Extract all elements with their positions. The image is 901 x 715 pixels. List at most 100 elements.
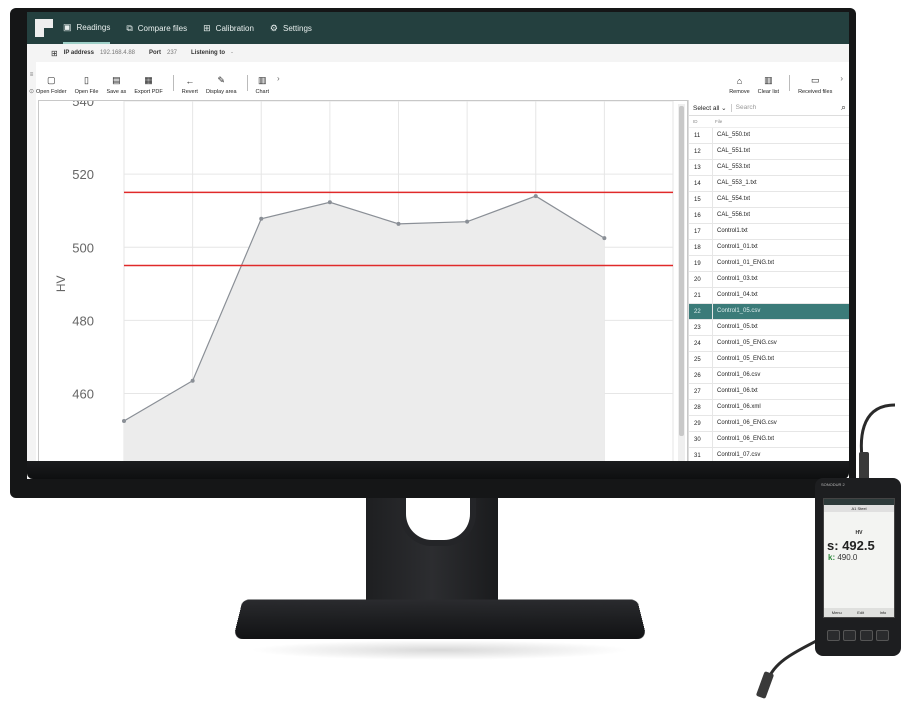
- chevron-right-icon[interactable]: ›: [840, 74, 843, 83]
- file-name: Control1.txt: [712, 224, 748, 239]
- button-label: Save as: [106, 89, 127, 95]
- file-row[interactable]: 12 CAL_551.txt: [689, 144, 849, 160]
- device-buttons: [827, 630, 889, 641]
- file-row[interactable]: 18 Control1_01.txt: [689, 240, 849, 256]
- pdf-icon: ▦: [144, 75, 153, 85]
- search-input[interactable]: Search: [732, 104, 841, 111]
- file-name: Control1_01_ENG.txt: [712, 256, 774, 271]
- file-id: 14: [694, 180, 701, 187]
- column-file[interactable]: File: [715, 119, 722, 124]
- scrollbar-thumb[interactable]: [679, 106, 684, 436]
- file-row[interactable]: 26 Control1_06.csv: [689, 368, 849, 384]
- chevron-right-icon[interactable]: ›: [277, 74, 280, 83]
- compare-icon: ⧉: [126, 22, 133, 33]
- column-id[interactable]: ID: [689, 119, 715, 124]
- remove-button[interactable]: ⌂ Remove: [729, 76, 749, 95]
- display-area-button[interactable]: ✎ Display area: [206, 75, 237, 95]
- device-button[interactable]: [875, 630, 889, 641]
- button-label: Chart: [255, 89, 269, 95]
- file-row[interactable]: 24 Control1_05_ENG.csv: [689, 336, 849, 352]
- file-id: 28: [694, 404, 701, 411]
- file-row[interactable]: 23 Control1_05.txt: [689, 320, 849, 336]
- device-s-label: s:: [827, 538, 839, 553]
- file-row[interactable]: 19 Control1_01_ENG.txt: [689, 256, 849, 272]
- file-id: 27: [694, 388, 701, 395]
- button-label: Remove: [729, 89, 750, 95]
- file-id: 29: [694, 420, 701, 427]
- select-all-dropdown[interactable]: Select all ⌄: [689, 103, 732, 112]
- y-axis-label: HV: [54, 276, 68, 293]
- tab-readings[interactable]: ▣ Readings: [63, 12, 111, 44]
- file-row[interactable]: 17 Control1.txt: [689, 224, 849, 240]
- rail-icon[interactable]: ⊙: [27, 88, 36, 95]
- device-menu-item[interactable]: Menu: [832, 610, 842, 615]
- calibration-icon: ⊞: [203, 22, 211, 33]
- data-point: [122, 418, 126, 423]
- clear-list-button[interactable]: ▥ Clear list: [758, 75, 779, 95]
- button-label: Export PDF: [134, 89, 163, 95]
- device-k-value: 490.0: [837, 553, 858, 562]
- device-menu-item[interactable]: Info: [880, 610, 887, 615]
- file-row[interactable]: 14 CAL_553_1.txt: [689, 176, 849, 192]
- file-row[interactable]: 25 Control1_05_ENG.txt: [689, 352, 849, 368]
- file-row[interactable]: 27 Control1_06.txt: [689, 384, 849, 400]
- file-row[interactable]: 11 CAL_550.txt: [689, 128, 849, 144]
- file-row[interactable]: 22 Control1_05.csv: [689, 304, 849, 320]
- button-label: Revert: [181, 89, 198, 95]
- file-name: Control1_06.txt: [712, 384, 758, 399]
- chart-button[interactable]: ▥ Chart: [256, 75, 269, 95]
- file-name: Control1_04.txt: [712, 288, 758, 303]
- port-value[interactable]: 237: [167, 50, 177, 56]
- monitor-stand-base: [233, 599, 647, 640]
- open-file-button[interactable]: ▯ Open File: [75, 75, 99, 95]
- file-name: Control1_06.csv: [712, 368, 760, 383]
- tab-calibration[interactable]: ⊞ Calibration: [203, 12, 254, 44]
- search-icon[interactable]: ⌕: [841, 102, 846, 113]
- y-tick-label: 540: [72, 101, 94, 109]
- ip-label: IP address: [63, 50, 94, 56]
- revert-button[interactable]: ← Revert: [182, 76, 198, 95]
- file-row[interactable]: 20 Control1_03.txt: [689, 272, 849, 288]
- chart-icon: ▥: [258, 75, 267, 85]
- file-name: Control1_05.csv: [712, 304, 760, 319]
- file-name: Control1_03.txt: [712, 272, 758, 287]
- file-icon: ▯: [84, 75, 89, 85]
- file-id: 23: [694, 324, 701, 331]
- received-files-button[interactable]: ▭ Received files: [798, 75, 832, 95]
- tab-settings[interactable]: ⚙ Settings: [270, 12, 312, 44]
- button-label: Clear list: [757, 89, 780, 95]
- file-row[interactable]: 13 CAL_553.txt: [689, 160, 849, 176]
- top-navigation: ▣ Readings ⧉ Compare files ⊞ Calibration…: [27, 12, 849, 44]
- ip-value[interactable]: 192.168.4.88: [100, 50, 135, 56]
- file-id: 11: [694, 132, 701, 139]
- menu-icon[interactable]: ≡: [27, 72, 36, 78]
- file-id: 15: [694, 196, 701, 203]
- readings-chart[interactable]: 440460480500520540HV: [38, 100, 688, 475]
- device-menu-item[interactable]: Edit: [857, 610, 864, 615]
- toolbar-right: ⌂ Remove ▥ Clear list ▭ Received files ›: [729, 74, 849, 95]
- data-point: [259, 216, 264, 221]
- side-rail: ≡ ⊙: [27, 62, 36, 479]
- readings-icon: ▣: [63, 21, 72, 32]
- chart-scrollbar[interactable]: [678, 104, 685, 474]
- toolbar-divider: [172, 75, 174, 91]
- open-folder-button[interactable]: ▢ Open Folder: [36, 75, 67, 95]
- grid-icon[interactable]: ⊞: [51, 49, 58, 58]
- file-row[interactable]: 16 CAL_556.txt: [689, 208, 849, 224]
- device-button[interactable]: [859, 630, 873, 641]
- file-id: 21: [694, 292, 701, 299]
- select-all-label: Select all: [693, 104, 720, 112]
- file-id: 18: [694, 244, 701, 251]
- tab-compare-files[interactable]: ⧉ Compare files: [126, 12, 187, 44]
- file-row[interactable]: 21 Control1_04.txt: [689, 288, 849, 304]
- device-button[interactable]: [827, 630, 840, 641]
- file-id: 30: [694, 436, 701, 443]
- file-row[interactable]: 15 CAL_554.txt: [689, 192, 849, 208]
- save-as-button[interactable]: ▤ Save as: [106, 75, 126, 95]
- export-pdf-button[interactable]: ▦ Export PDF: [134, 75, 162, 95]
- button-label: Open File: [74, 89, 99, 95]
- device-button[interactable]: [843, 630, 857, 641]
- data-point: [465, 219, 470, 224]
- y-tick-label: 520: [72, 167, 94, 182]
- app-logo: [35, 19, 53, 37]
